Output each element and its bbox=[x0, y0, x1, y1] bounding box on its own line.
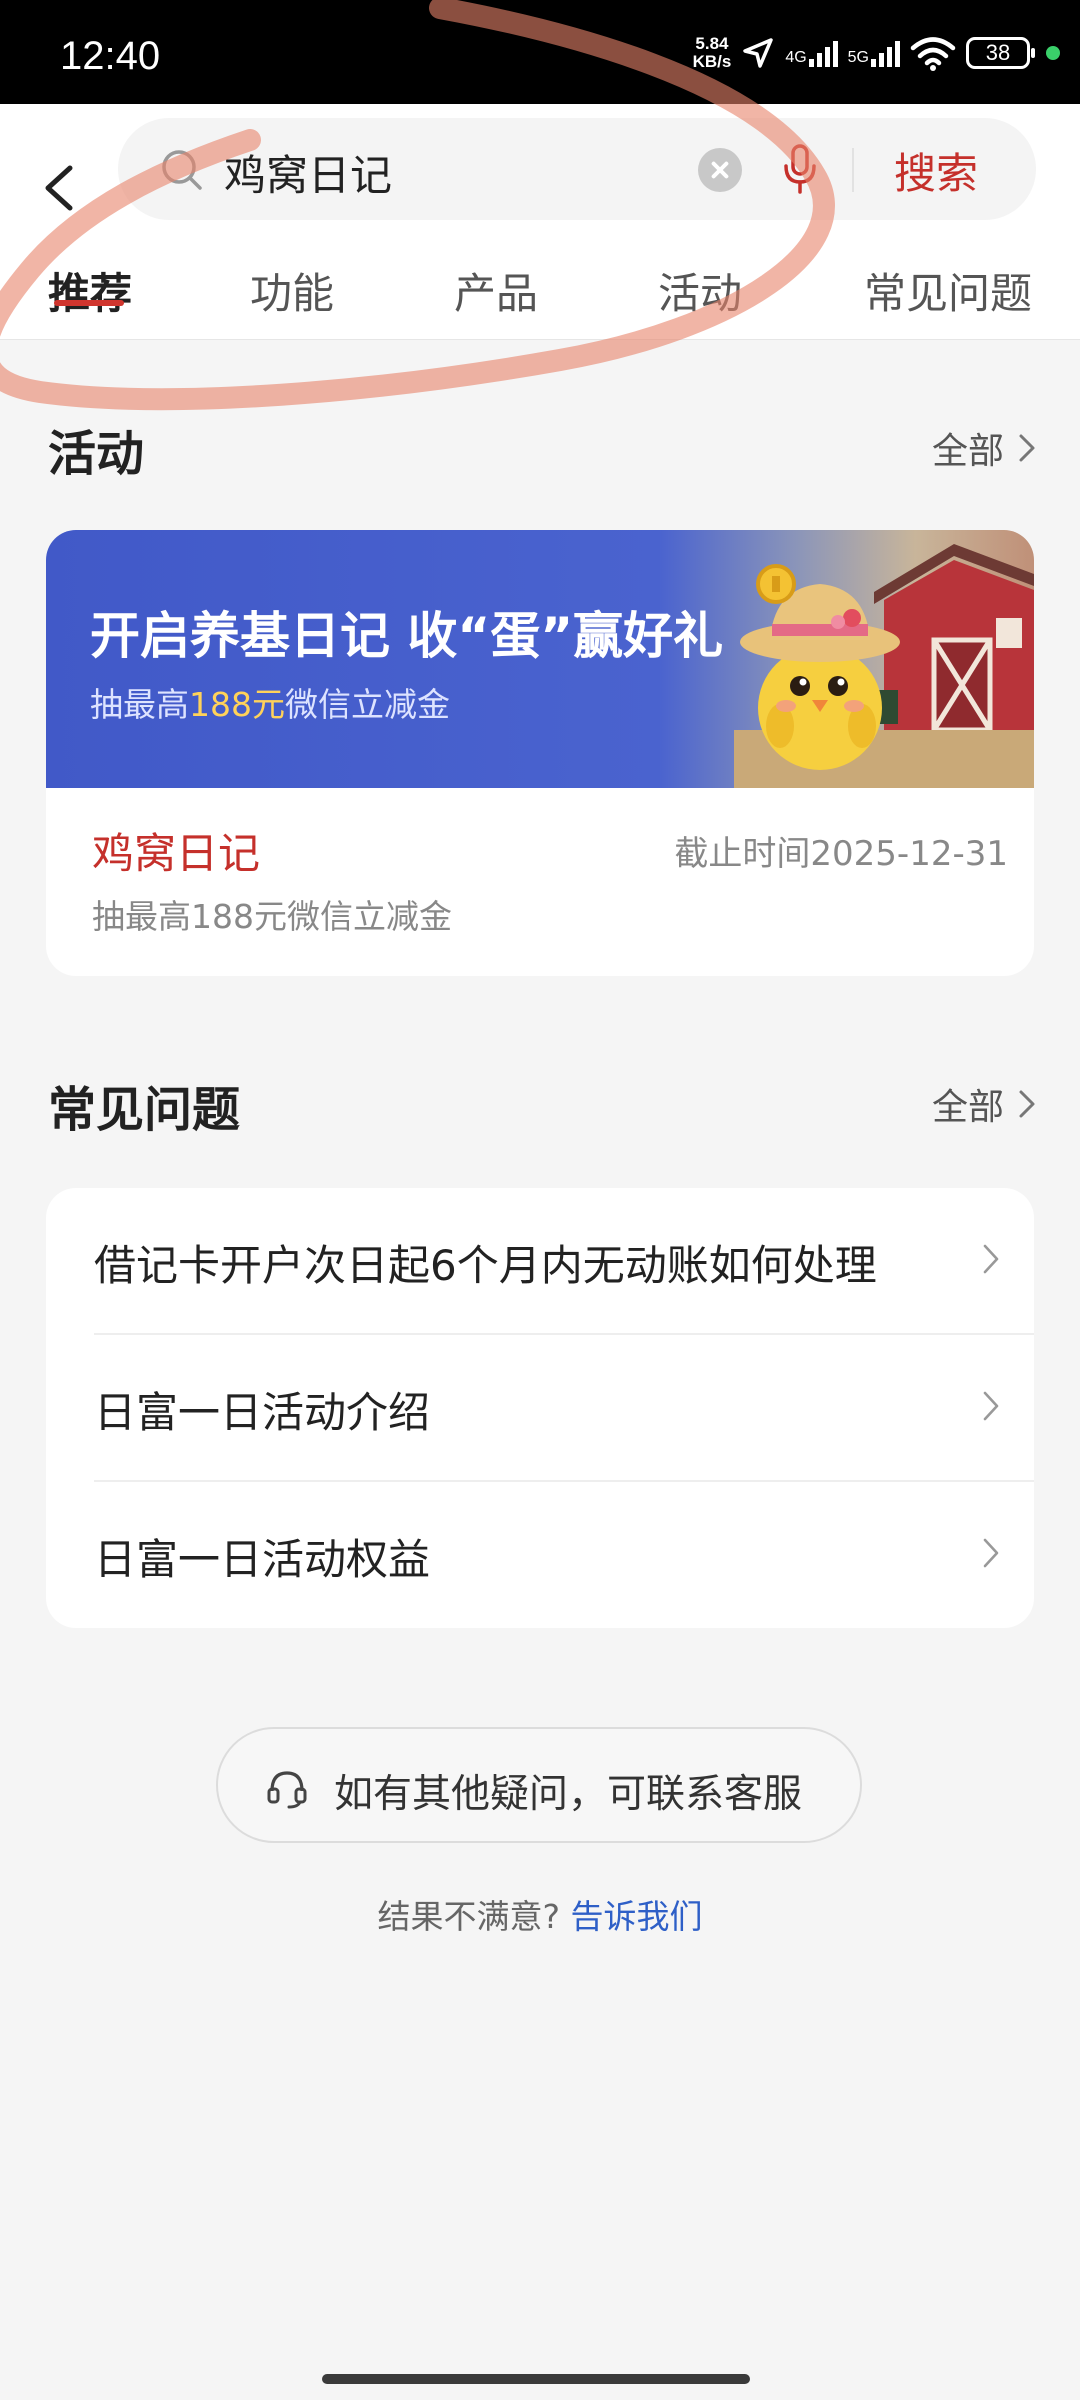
tab-bar: 推荐 功能 产品 活动 常见问题 bbox=[0, 244, 1080, 338]
search-divider bbox=[852, 148, 854, 192]
tab-recommended[interactable]: 推荐 bbox=[48, 260, 132, 321]
search-header: 鸡窝日记 搜索 推荐 功能 产品 活动 常见问题 bbox=[0, 104, 1080, 340]
tab-faq[interactable]: 常见问题 bbox=[864, 260, 1032, 321]
see-all-label: 全部 bbox=[931, 1087, 1004, 1128]
status-bar: 12:40 5.84 KB/s 4G 5G 38 bbox=[0, 0, 1080, 104]
search-bar[interactable]: 鸡窝日记 搜索 bbox=[118, 118, 1036, 220]
search-input[interactable]: 鸡窝日记 bbox=[224, 142, 392, 203]
activity-section-title: 活动 bbox=[48, 426, 145, 482]
activity-title: 鸡窝日记 bbox=[92, 829, 261, 878]
search-button[interactable]: 搜索 bbox=[894, 140, 978, 201]
activity-see-all-link[interactable]: 全部 bbox=[932, 422, 1036, 474]
active-tab-indicator bbox=[54, 300, 124, 306]
status-time: 12:40 bbox=[60, 34, 161, 78]
home-indicator[interactable] bbox=[322, 2374, 750, 2384]
chevron-right-icon bbox=[983, 1538, 999, 1568]
tab-features[interactable]: 功能 bbox=[250, 260, 334, 321]
tab-products[interactable]: 产品 bbox=[454, 260, 538, 321]
signal-5g-icon: 5G bbox=[848, 39, 900, 67]
back-arrow-icon[interactable] bbox=[40, 148, 80, 228]
activity-deadline: 截止时间2025-12-31 bbox=[674, 834, 1008, 874]
chevron-right-icon bbox=[1019, 1090, 1035, 1118]
contact-support-label: 如有其他疑问，可联系客服 bbox=[334, 1772, 803, 1817]
chevron-right-icon bbox=[983, 1391, 999, 1421]
farm-chick-illustration bbox=[734, 544, 1034, 788]
activity-card[interactable]: 开启养基日记 收“蛋”赢好礼 抽最高188元微信立减金 鸡窝日记 截止时间202… bbox=[46, 530, 1034, 976]
headset-icon bbox=[267, 1771, 307, 1809]
battery-icon: 38 bbox=[966, 37, 1035, 69]
activity-banner[interactable]: 开启养基日记 收“蛋”赢好礼 抽最高188元微信立减金 bbox=[46, 530, 1034, 788]
faq-list: 借记卡开户次日起6个月内无动账如何处理 日富一日活动介绍 日富一日活动权益 bbox=[46, 1188, 1034, 1628]
feedback-link[interactable]: 告诉我们 bbox=[571, 1897, 703, 1936]
clear-icon[interactable] bbox=[698, 148, 742, 192]
faq-item[interactable]: 日富一日活动权益 bbox=[46, 1482, 1034, 1628]
status-icons: 5.84 KB/s 4G 5G 38 bbox=[693, 26, 1060, 80]
wifi-icon bbox=[910, 37, 956, 71]
microphone-icon[interactable] bbox=[782, 144, 818, 196]
chevron-right-icon bbox=[1019, 434, 1035, 462]
network-speed: 5.84 KB/s bbox=[692, 34, 732, 71]
banner-subtitle: 抽最高188元微信立减金 bbox=[90, 685, 450, 724]
banner-title: 开启养基日记 收“蛋”赢好礼 bbox=[90, 607, 724, 665]
location-icon bbox=[743, 38, 774, 68]
faq-item[interactable]: 日富一日活动介绍 bbox=[46, 1335, 1034, 1481]
faq-item-label: 借记卡开户次日起6个月内无动账如何处理 bbox=[94, 1241, 877, 1290]
contact-support-button[interactable]: 如有其他疑问，可联系客服 bbox=[216, 1727, 862, 1843]
search-icon bbox=[162, 150, 202, 190]
faq-item[interactable]: 借记卡开户次日起6个月内无动账如何处理 bbox=[46, 1188, 1034, 1334]
chevron-right-icon bbox=[983, 1244, 999, 1274]
activity-description: 抽最高188元微信立减金 bbox=[92, 897, 452, 936]
feedback-prompt: 结果不满意? 告诉我们 bbox=[0, 1890, 1080, 1938]
signal-4g-icon: 4G bbox=[785, 39, 838, 67]
faq-item-label: 日富一日活动权益 bbox=[94, 1535, 431, 1584]
tab-divider bbox=[0, 339, 1080, 340]
faq-see-all-link[interactable]: 全部 bbox=[932, 1078, 1036, 1130]
faq-section-title: 常见问题 bbox=[48, 1082, 241, 1138]
see-all-label: 全部 bbox=[931, 431, 1004, 472]
faq-item-label: 日富一日活动介绍 bbox=[94, 1388, 431, 1437]
feedback-text: 结果不满意? bbox=[377, 1897, 571, 1936]
privacy-indicator-dot bbox=[1046, 46, 1060, 60]
tab-activities[interactable]: 活动 bbox=[658, 260, 742, 321]
